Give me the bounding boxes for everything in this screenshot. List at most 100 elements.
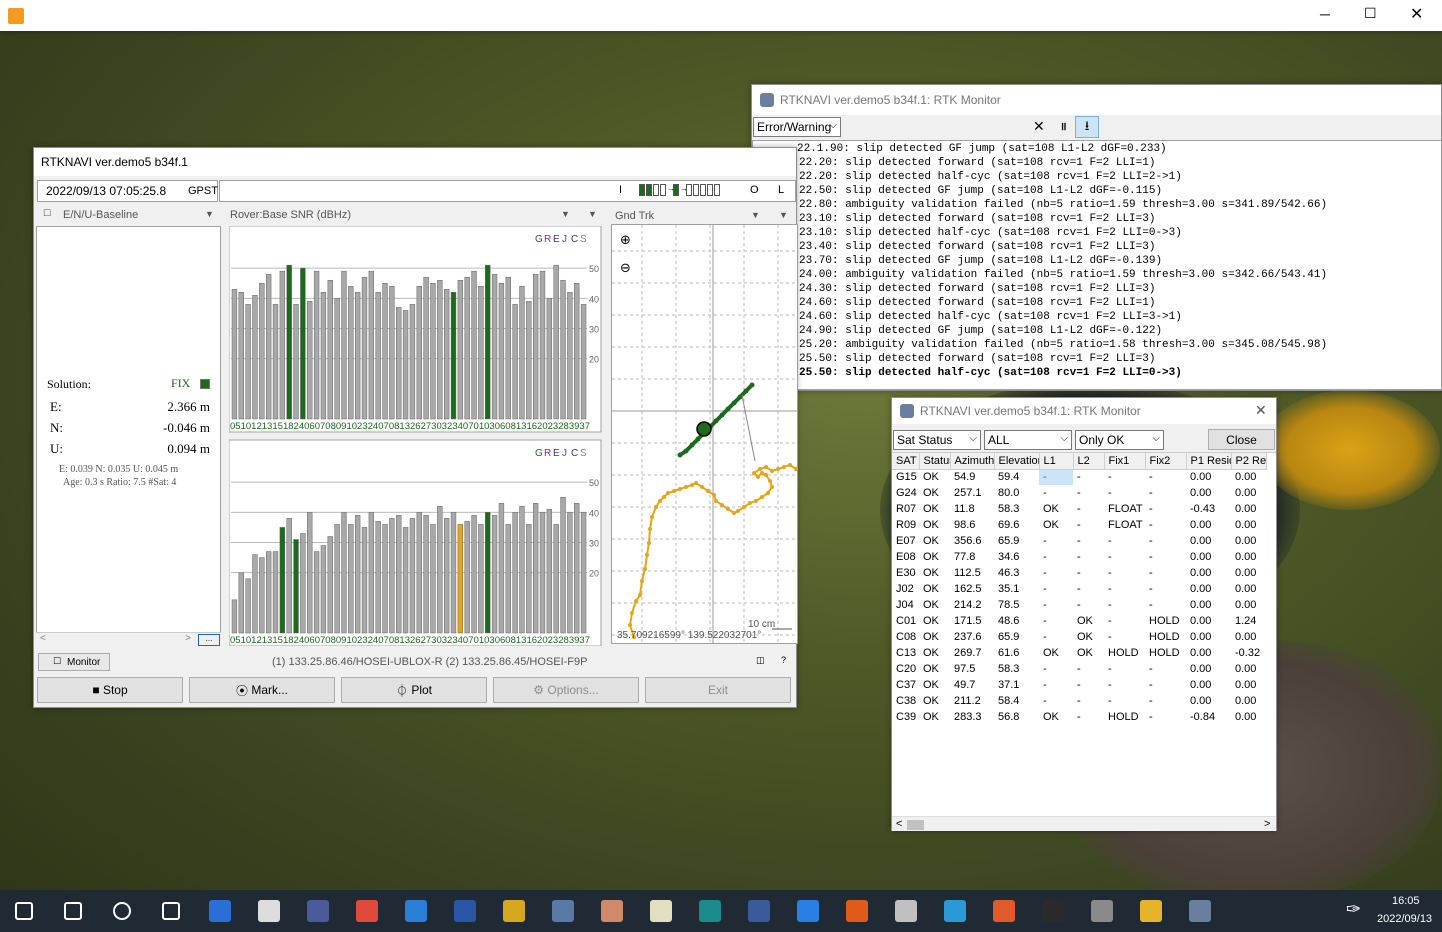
- snr-header[interactable]: Rover:Base SNR (dBHz) ▼ ▼: [224, 206, 600, 224]
- log-area[interactable]: 22.1.90: slip detected GF jump (sat=108 …: [752, 140, 1442, 390]
- system-select[interactable]: ALL ⌵: [984, 430, 1072, 450]
- column-header[interactable]: P1 Residual: [1186, 453, 1232, 470]
- table-row[interactable]: J02 OK 162.5 35.1 - - - - 0.00 0.00: [892, 581, 1266, 597]
- horizontal-scrollbar[interactable]: < > ...: [36, 632, 221, 646]
- matlab-icon[interactable]: [836, 890, 878, 932]
- type-select[interactable]: Sat Status ⌵: [893, 430, 981, 450]
- mode-select[interactable]: Error/Warning ⌵: [753, 117, 841, 137]
- btn-o[interactable]: O: [750, 184, 759, 196]
- filter-input[interactable]: [844, 117, 1044, 137]
- column-header[interactable]: SAT: [892, 453, 920, 470]
- stop-button[interactable]: ■ Stop: [37, 677, 183, 703]
- matlab-ext-icon[interactable]: [738, 890, 780, 932]
- btn-i[interactable]: I: [619, 184, 622, 196]
- baseline-header[interactable]: ☐ E/N/U-Baseline ▼: [37, 206, 219, 224]
- mark-button[interactable]: ⦿ Mark...: [189, 677, 335, 703]
- store-icon[interactable]: [199, 890, 241, 932]
- clock-date[interactable]: 2022/09/13: [1377, 913, 1432, 925]
- dropdown-icon[interactable]: ▼: [205, 209, 214, 219]
- rtknavi-main-window[interactable]: RTKNAVI ver.demo5 b34f.1 2022/09/13 07:0…: [33, 147, 798, 708]
- snipping-icon[interactable]: [297, 890, 339, 932]
- table-row[interactable]: C01 OK 171.5 48.6 - OK - HOLD 0.00 1.24: [892, 613, 1266, 629]
- clear-icon[interactable]: ✕: [1033, 118, 1045, 135]
- column-header[interactable]: Elevation: [994, 453, 1040, 470]
- ubuntu-icon[interactable]: [983, 890, 1025, 932]
- dropdown-icon[interactable]: ▼: [588, 209, 597, 219]
- monitor-button[interactable]: ☐ Monitor: [38, 653, 110, 671]
- table-row[interactable]: R07 OK 11.8 58.3 OK - FLOAT - -0.43 0.00: [892, 501, 1266, 517]
- table-row[interactable]: C39 OK 283.3 56.8 OK - HOLD - -0.84 0.00: [892, 709, 1266, 725]
- media-window[interactable]: ─ ☐ ✕: [0, 0, 1442, 31]
- table-row[interactable]: C13 OK 269.7 61.6 OK OK HOLD HOLD 0.00 -0.32: [892, 645, 1266, 661]
- scroll-left-icon[interactable]: <: [40, 633, 46, 644]
- plot-button[interactable]: ⏀ Plot: [341, 677, 487, 703]
- options-button[interactable]: ⚙ Options...: [493, 677, 639, 703]
- clock-time[interactable]: 16:05: [1392, 895, 1420, 907]
- rtk-monitor-error-window[interactable]: RTKNAVI ver.demo5 b34f.1: RTK Monitor Er…: [751, 84, 1442, 391]
- rtknavi-icon[interactable]: [1179, 890, 1221, 932]
- scrollbar-thumb[interactable]: [907, 820, 924, 830]
- zoom-out-icon[interactable]: ⊖: [620, 260, 631, 276]
- sat-table-area[interactable]: SATStatusAzimuthElevationL1L2Fix1Fix2P1 …: [892, 452, 1276, 831]
- column-header[interactable]: L1: [1039, 453, 1074, 470]
- scroll-left-icon[interactable]: <: [896, 818, 902, 830]
- column-header[interactable]: Azimuth: [950, 453, 995, 470]
- dropdown-icon[interactable]: ▼: [561, 209, 570, 219]
- more-button[interactable]: ...: [198, 634, 220, 646]
- dropdown-icon[interactable]: ▼: [751, 210, 760, 220]
- timesys-label[interactable]: GPST: [188, 185, 218, 197]
- column-header[interactable]: Fix1: [1104, 453, 1146, 470]
- notepad-icon[interactable]: [640, 890, 682, 932]
- explorer-icon[interactable]: [1130, 890, 1172, 932]
- column-header[interactable]: Status: [919, 453, 951, 470]
- column-header[interactable]: L2: [1073, 453, 1105, 470]
- scroll-right-icon[interactable]: >: [185, 633, 191, 644]
- table-row[interactable]: E08 OK 77.8 34.6 - - - - 0.00 0.00: [892, 549, 1266, 565]
- table-row[interactable]: R09 OK 98.6 69.6 OK - FLOAT -0.00 0.00: [892, 517, 1266, 533]
- table-row[interactable]: C37 OK 49.7 37.1 - - - - 0.00 0.00: [892, 677, 1266, 693]
- ground-track-plot[interactable]: [611, 224, 798, 644]
- table-row[interactable]: C08 OK 237.6 65.9 - OK - HOLD 0.00 0.00: [892, 629, 1266, 645]
- exit-button[interactable]: Exit: [645, 677, 791, 703]
- task-view-icon[interactable]: [150, 890, 192, 932]
- table-row[interactable]: E07 OK 356.6 65.9 - - - - 0.00 0.00: [892, 533, 1266, 549]
- terminal-icon[interactable]: [493, 890, 535, 932]
- ubuntu-alt-icon[interactable]: [1032, 890, 1074, 932]
- close-icon[interactable]: ✕: [1255, 402, 1267, 419]
- start-icon[interactable]: [3, 890, 45, 932]
- column-header[interactable]: P2 Residual: [1231, 453, 1267, 470]
- horizontal-scrollbar[interactable]: < >: [892, 816, 1276, 831]
- close-icon[interactable]: ✕: [1410, 4, 1423, 24]
- zoom-icon[interactable]: [787, 890, 829, 932]
- minimize-icon[interactable]: ─: [1320, 6, 1330, 22]
- edge-icon[interactable]: [934, 890, 976, 932]
- zoom-in-icon[interactable]: ⊕: [620, 232, 631, 248]
- filter-select[interactable]: Only OK ⌵: [1075, 430, 1164, 450]
- table-row[interactable]: C20 OK 97.5 58.3 - - - - 0.00 0.00: [892, 661, 1266, 677]
- scroll-down-icon[interactable]: ⭳: [1075, 116, 1099, 138]
- table-row[interactable]: C38 OK 211.2 58.4 - - - - 0.00 0.00: [892, 693, 1266, 709]
- help-icon[interactable]: ?: [781, 655, 786, 665]
- panel-toggle-icon[interactable]: ◫: [756, 655, 765, 666]
- table-row[interactable]: G15 OK 54.9 59.4- - - -0.00 0.00: [892, 469, 1266, 485]
- remote-desktop-icon[interactable]: [542, 890, 584, 932]
- table-row[interactable]: E30 OK 112.5 46.3 - - - - 0.00 0.00: [892, 565, 1266, 581]
- btn-l[interactable]: L: [778, 184, 784, 196]
- cortana-icon[interactable]: [101, 890, 143, 932]
- paint-icon[interactable]: [591, 890, 633, 932]
- scroll-right-icon[interactable]: >: [1264, 818, 1270, 830]
- pen-icon[interactable]: ✑: [1346, 899, 1361, 920]
- table-row[interactable]: J04 OK 214.2 78.5 - - - - 0.00 0.00: [892, 597, 1266, 613]
- arduino-icon[interactable]: [689, 890, 731, 932]
- dropdown-icon[interactable]: ▼: [779, 210, 788, 220]
- table-row[interactable]: G24 OK 257.1 80.0 - - - - 0.00 0.00: [892, 485, 1266, 501]
- gndtrk-header[interactable]: Gnd Trk ▼ ▼: [611, 208, 796, 224]
- settings-icon[interactable]: [248, 890, 290, 932]
- rtk-monitor-sat-window[interactable]: RTKNAVI ver.demo5 b34f.1: RTK Monitor ✕ …: [891, 397, 1277, 831]
- close-button[interactable]: Close: [1208, 429, 1275, 450]
- powershell-icon[interactable]: [444, 890, 486, 932]
- cabinet-icon[interactable]: [1081, 890, 1123, 932]
- chrome-icon[interactable]: [346, 890, 388, 932]
- column-header[interactable]: Fix2: [1145, 453, 1187, 470]
- maximize-icon[interactable]: ☐: [1364, 5, 1377, 22]
